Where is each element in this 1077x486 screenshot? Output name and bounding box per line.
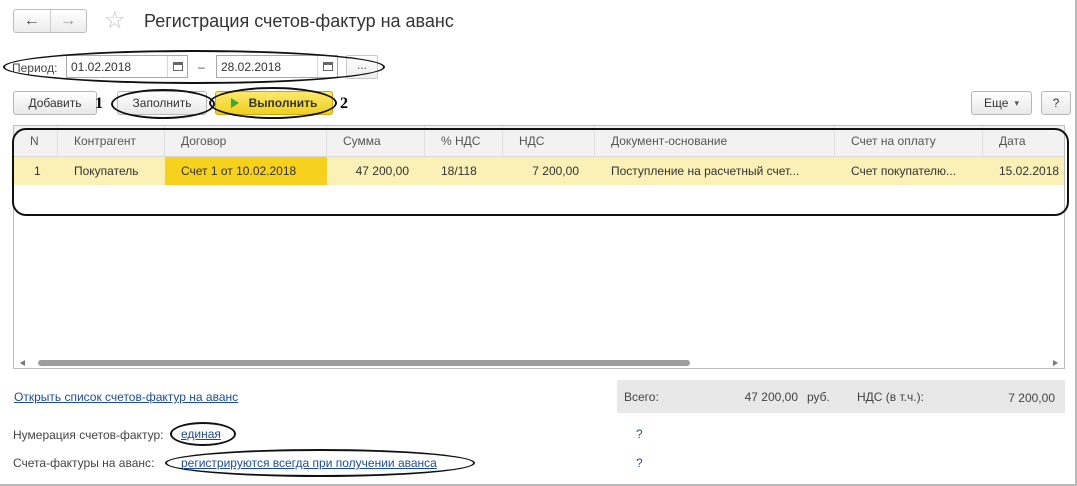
- more-menu-label: Еще: [984, 96, 1009, 110]
- invoices-help-icon[interactable]: ?: [636, 456, 643, 470]
- numbering-help-icon[interactable]: ?: [636, 427, 643, 441]
- horizontal-scrollbar[interactable]: [14, 358, 1064, 368]
- total-label: Всего:: [624, 390, 659, 404]
- invoices-highlight-ellipse: [165, 449, 475, 477]
- favorite-star-icon[interactable]: ☆: [104, 8, 126, 34]
- scroll-left-icon[interactable]: [20, 360, 25, 366]
- navigation-group: ← →: [13, 9, 87, 33]
- period-highlight-ellipse: [3, 50, 385, 84]
- scrollbar-thumb[interactable]: [38, 360, 690, 366]
- vat-label: НДС (в т.ч.):: [857, 390, 924, 404]
- page-title: Регистрация счетов-фактур на аванс: [144, 11, 454, 31]
- more-menu-button[interactable]: Еще ▾: [971, 91, 1032, 115]
- vat-value: 7 200,00: [1008, 391, 1055, 405]
- back-arrow-icon[interactable]: ←: [14, 10, 51, 32]
- invoices-label: Счета-фактуры на аванс:: [13, 456, 155, 470]
- numbering-label: Нумерация счетов-фактур:: [13, 428, 164, 442]
- currency-label: руб.: [807, 390, 830, 404]
- forward-arrow-icon[interactable]: →: [51, 10, 87, 32]
- help-button[interactable]: ?: [1041, 91, 1071, 115]
- numbering-highlight-ellipse: [170, 422, 236, 446]
- annotation-mark-2: 2: [340, 95, 348, 112]
- add-button[interactable]: Добавить: [13, 91, 97, 115]
- total-value: 47 200,00: [744, 390, 798, 404]
- totals-panel: Всего: 47 200,00 руб. НДС (в т.ч.): 7 20…: [617, 380, 1065, 413]
- open-invoices-list-link[interactable]: Открыть список счетов-фактур на аванс: [14, 390, 238, 404]
- run-highlight-ellipse: [209, 87, 337, 119]
- fill-highlight-ellipse: [111, 89, 215, 119]
- annotation-mark-1: 1: [95, 95, 103, 112]
- scroll-right-icon[interactable]: [1053, 360, 1058, 366]
- chevron-down-icon: ▾: [1014, 97, 1019, 108]
- table-highlight-outline: [12, 128, 1069, 216]
